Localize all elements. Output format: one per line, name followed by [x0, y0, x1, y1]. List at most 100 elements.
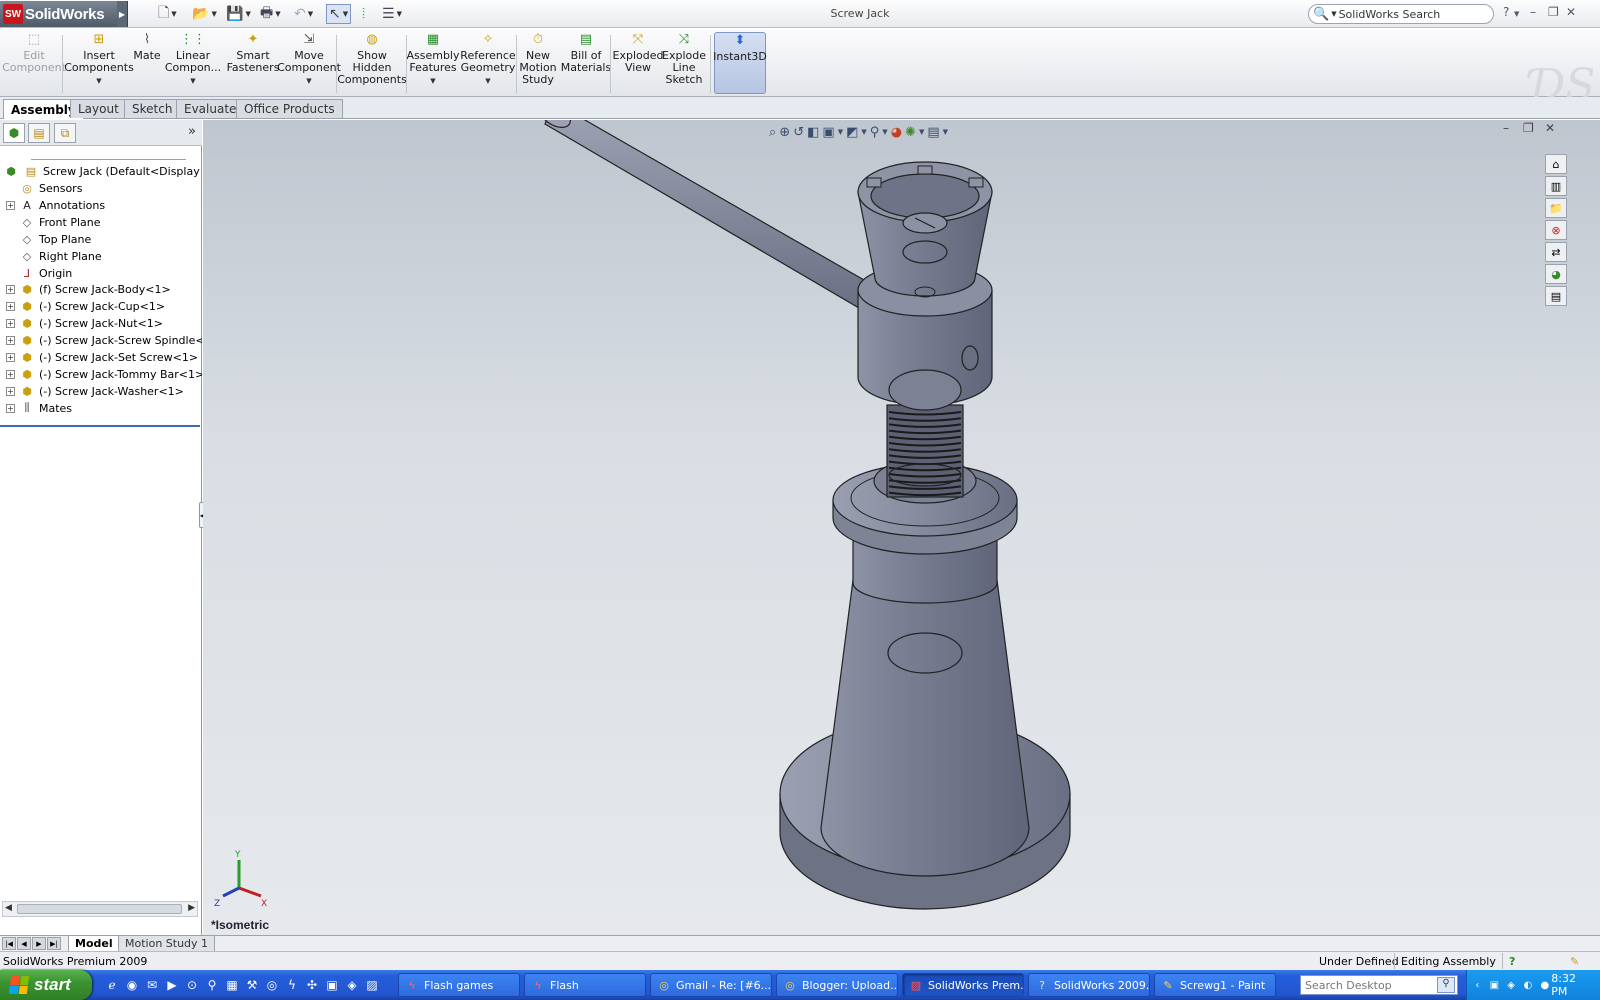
solidworks-resources-icon[interactable]: ⌂ — [1545, 154, 1567, 174]
screw-jack-cup[interactable] — [857, 161, 993, 298]
transfer-icon[interactable]: ✣ — [304, 977, 320, 993]
edit-appearance-icon[interactable]: ◕ — [891, 125, 902, 140]
design-library-icon[interactable]: ▥ — [1545, 176, 1567, 196]
tree-item[interactable]: ◇ Front Plane — [0, 214, 202, 231]
open-button[interactable]: 📂 ▼ — [192, 4, 217, 24]
chevron-down-icon[interactable]: ▼ — [190, 75, 195, 87]
desktop-search-input[interactable]: Search Desktop ⚲ — [1300, 975, 1458, 995]
close-icon[interactable]: ✕ — [1566, 5, 1576, 19]
taskbar-task[interactable]: ϟ Flash — [524, 973, 646, 997]
reference-geometry-button[interactable]: ✧ Reference Geometry ▼ — [460, 32, 515, 94]
first-tab-icon[interactable]: |◀ — [2, 937, 16, 950]
chevron-down-icon[interactable]: ▼ — [397, 10, 402, 18]
tree-item[interactable]: + ⬢ (f) Screw Jack-Body<1> — [0, 281, 202, 298]
clock[interactable]: 8:32 PM — [1551, 972, 1592, 998]
chrome-quicklaunch-icon[interactable]: ◎ — [264, 977, 280, 993]
edit-component-button[interactable]: ⬚ Edit Component — [2, 32, 66, 94]
chevron-down-icon[interactable]: ▼ — [1331, 10, 1336, 18]
save-button[interactable]: 💾 ▼ — [226, 4, 251, 24]
previous-view-icon[interactable]: ↺ — [793, 125, 804, 140]
tab-evaluate[interactable]: Evaluate — [176, 99, 245, 118]
section-view-icon[interactable]: ◧ — [807, 125, 819, 140]
outlook-icon[interactable]: ✉ — [144, 977, 160, 993]
chevron-down-icon[interactable]: ▼ — [171, 10, 176, 18]
chevron-down-icon[interactable]: ▼ — [343, 10, 348, 18]
scrollbar-thumb[interactable] — [17, 904, 182, 914]
expand-icon[interactable]: + — [6, 369, 15, 379]
expand-panes-icon[interactable]: » — [188, 124, 196, 139]
tab-office-products[interactable]: Office Products — [236, 99, 343, 118]
solidworks-quicklaunch-icon[interactable]: ▨ — [364, 977, 380, 993]
tree-item[interactable]: + ⬢ (-) Screw Jack-Cup<1> — [0, 298, 202, 315]
chevron-down-icon[interactable]: ▼ — [96, 75, 101, 87]
taskbar-task[interactable]: ▨ SolidWorks Prem... — [902, 973, 1024, 997]
search-go-icon[interactable]: ⚲ — [1437, 977, 1455, 993]
restore-icon[interactable]: ❐ — [1548, 5, 1559, 19]
apply-scene-icon[interactable]: ✺ — [905, 125, 916, 140]
viewport-minimize-icon[interactable]: – — [1503, 121, 1509, 135]
expand-icon[interactable]: + — [6, 353, 15, 362]
hide-show-items-icon[interactable]: ⚲ — [870, 125, 880, 140]
tools-icon[interactable]: ⚒ — [244, 977, 260, 993]
tab-sketch[interactable]: Sketch — [124, 99, 181, 118]
opera-icon[interactable]: ◉ — [124, 977, 140, 993]
linear-pattern-button[interactable]: ⋮⋮ Linear Compon... ▼ — [165, 32, 221, 94]
chevron-down-icon[interactable]: ▼ — [306, 75, 311, 87]
chevron-down-icon[interactable]: ▼ — [430, 75, 435, 87]
graphics-area[interactable]: ⌕ ⊕ ↺ ◧ ▣ ▼ ◩ ▼ ⚲ ▼ ◕ ✺ ▼ ▤ ▼ – ❐ ✕ ⌂ ▥ 📁 ⊗ ⇄… — [203, 120, 1600, 938]
network-tray-icon[interactable]: ▣ — [1488, 978, 1501, 992]
taskbar-task[interactable]: ◎ Blogger: Upload... — [776, 973, 898, 997]
media-player-icon[interactable]: ▶ — [164, 977, 180, 993]
mate-button[interactable]: ⌇ Mate — [130, 32, 164, 94]
start-button[interactable]: start — [0, 970, 92, 1000]
chevron-down-icon[interactable]: ▼ — [245, 10, 250, 18]
tree-item[interactable]: ◇ Top Plane — [0, 231, 202, 248]
property-manager-tab[interactable]: ▤ — [28, 123, 50, 143]
display-style-icon[interactable]: ◩ — [846, 125, 858, 140]
next-tab-icon[interactable]: ▶ — [32, 937, 46, 950]
pane-horizontal-scrollbar[interactable]: ◀ ▶ — [2, 901, 198, 917]
options-button[interactable]: ☰ ▼ — [382, 4, 402, 24]
zoom-to-area-icon[interactable]: ⊕ — [779, 125, 790, 140]
file-explorer-icon[interactable]: 📁 — [1545, 198, 1567, 218]
tree-item[interactable]: ⅃ Origin — [0, 265, 202, 282]
menu-expand-arrow-icon[interactable]: ▶ — [117, 1, 127, 27]
help-icon[interactable]: ? — [1503, 5, 1509, 19]
view-palette-icon[interactable]: ⇄ — [1545, 242, 1567, 262]
flash-quicklaunch-icon[interactable]: ϟ — [284, 977, 300, 993]
rebuild-button[interactable]: ⦙ — [362, 4, 365, 24]
scroll-left-icon[interactable]: ◀ — [5, 903, 12, 913]
taskbar-task[interactable]: ϟ Flash games — [398, 973, 520, 997]
insert-components-button[interactable]: ⊞ Insert Components ▼ — [64, 32, 134, 94]
show-hidden-button[interactable]: ◍ Show Hidden Components — [337, 32, 407, 94]
update-tray-icon[interactable]: ● — [1538, 978, 1551, 992]
undo-button[interactable]: ↶ ▼ — [294, 4, 313, 24]
solidworks-menu-button[interactable]: SW SolidWorks ▶ — [0, 1, 128, 27]
tree-item[interactable]: + A Annotations — [0, 197, 202, 214]
expand-icon[interactable]: + — [6, 336, 15, 346]
viewport-restore-icon[interactable]: ❐ — [1523, 121, 1534, 135]
network-icon[interactable]: ⊙ — [184, 977, 200, 993]
exploded-view-button[interactable]: ⤧ Exploded View — [613, 32, 664, 94]
explode-line-sketch-button[interactable]: ⤨ Explode Line Sketch — [662, 32, 706, 94]
tab-layout[interactable]: Layout — [70, 99, 127, 118]
taskbar-task[interactable]: ? SolidWorks 2009... — [1028, 973, 1150, 997]
chevron-down-icon[interactable]: ▼ — [838, 128, 843, 136]
view-settings-icon[interactable]: ▤ — [927, 125, 939, 140]
expand-icon[interactable]: + — [6, 319, 15, 329]
instant3d-button[interactable]: ⬍ Instant3D — [713, 32, 767, 94]
tree-root-assembly[interactable]: ⬢ ▤ Screw Jack (Default<Display State- — [0, 163, 202, 180]
chevron-down-icon[interactable]: ▼ — [308, 10, 313, 18]
tree-item[interactable]: + ⫼ Mates — [0, 400, 202, 417]
minimize-icon[interactable]: – — [1530, 5, 1536, 19]
search-icon[interactable]: 🔍 — [1313, 7, 1329, 22]
chevron-down-icon[interactable]: ▼ — [919, 128, 924, 136]
expand-icon[interactable]: + — [6, 403, 15, 413]
tab-model[interactable]: Model — [68, 936, 120, 952]
solidworks-search-input[interactable]: 🔍 ▼ SolidWorks Search — [1308, 4, 1494, 24]
tree-item[interactable]: + ⬢ (-) Screw Jack-Nut<1> — [0, 315, 202, 332]
tree-item[interactable]: ◇ Right Plane — [0, 248, 202, 265]
tree-item[interactable]: + ⬢ (-) Screw Jack-Set Screw<1> — [0, 349, 202, 366]
viewport-close-icon[interactable]: ✕ — [1545, 121, 1555, 135]
package-icon[interactable]: ◈ — [344, 977, 360, 993]
